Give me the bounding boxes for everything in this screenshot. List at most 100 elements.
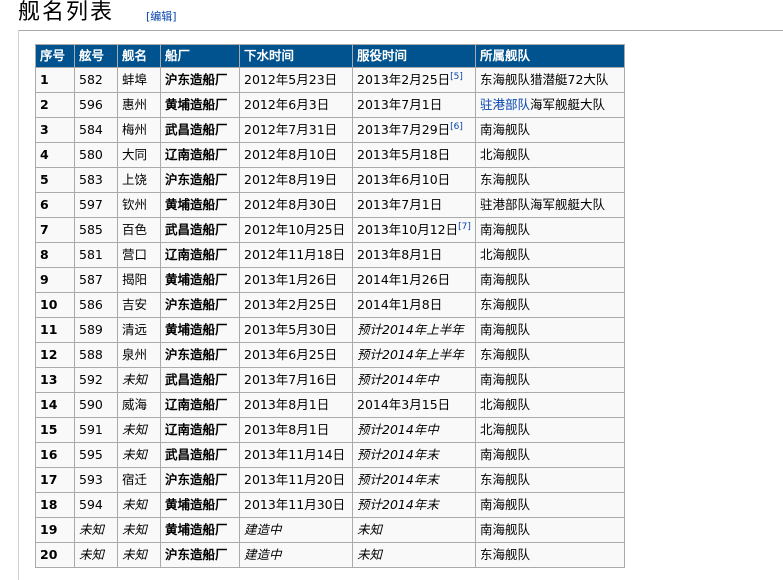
cell-hull-text: 未知 (79, 522, 105, 537)
cell-name: 威海 (117, 392, 161, 418)
fleet-link[interactable]: 驻港部队 (480, 97, 530, 112)
cell-service-text: 2014年3月15日 (357, 397, 451, 412)
cell-name: 钦州 (117, 192, 161, 218)
cell-fleet: 东海舰队 (475, 292, 625, 318)
cell-yard: 沪东造船厂 (160, 467, 240, 493)
header-no: 序号 (35, 44, 75, 68)
cell-no-text: 8 (40, 247, 49, 262)
cell-service: 2013年6月10日 (352, 167, 476, 193)
cell-launch-text: 2013年8月1日 (244, 422, 330, 437)
citation-link[interactable]: [6] (450, 122, 463, 132)
cell-launch: 2013年5月30日 (239, 317, 353, 343)
cell-name-text: 未知 (122, 522, 148, 537)
cell-fleet: 南海舰队 (475, 442, 625, 468)
cell-launch: 2012年5月23日 (239, 67, 353, 93)
cell-name-text: 百色 (122, 222, 148, 237)
cell-service: 2013年10月12日[7] (352, 217, 476, 243)
cell-name: 未知 (117, 417, 161, 443)
cell-fleet: 东海舰队 (475, 467, 625, 493)
cell-service: 2013年7月1日 (352, 92, 476, 118)
cell-service: 预计2014年上半年 (352, 317, 476, 343)
cell-hull: 586 (74, 292, 118, 318)
table-row: 13 592 未知 武昌造船厂 2013年7月16日 预计2014年中 南海舰队 (35, 367, 625, 393)
cell-hull-text: 592 (79, 372, 103, 387)
cell-no-text: 19 (40, 522, 58, 537)
cell-no-text: 15 (40, 422, 58, 437)
cell-name-text: 未知 (122, 447, 148, 462)
cell-hull-text: 595 (79, 447, 103, 462)
cell-service: 2013年7月1日 (352, 192, 476, 218)
table-row: 10 586 吉安 沪东造船厂 2013年2月25日 2014年1月8日 东海舰队 (35, 292, 625, 318)
cell-hull: 未知 (74, 517, 118, 543)
cell-hull: 580 (74, 142, 118, 168)
header-service: 服役时间 (352, 44, 476, 68)
cell-launch: 2013年8月1日 (239, 417, 353, 443)
cell-name-text: 未知 (122, 497, 148, 512)
cell-launch: 2012年6月3日 (239, 92, 353, 118)
cell-launch: 2013年8月1日 (239, 392, 353, 418)
cell-no-text: 13 (40, 372, 58, 387)
cell-service: 2013年5月18日 (352, 142, 476, 168)
cell-no: 12 (35, 342, 75, 368)
cell-service-text: 预计2014年上半年 (357, 347, 464, 362)
cell-no-text: 14 (40, 397, 58, 412)
cell-service-text: 预计2014年末 (357, 497, 439, 512)
cell-service: 未知 (352, 517, 476, 543)
cell-name: 大同 (117, 142, 161, 168)
cell-launch: 建造中 (239, 542, 353, 568)
cell-hull: 588 (74, 342, 118, 368)
cell-hull-text: 582 (79, 72, 103, 87)
cell-no-text: 16 (40, 447, 58, 462)
cell-service-text: 2013年7月1日 (357, 97, 443, 112)
cell-no-text: 11 (40, 322, 58, 337)
cell-launch-text: 2012年6月3日 (244, 97, 330, 112)
cell-no-text: 10 (40, 297, 58, 312)
cell-service: 预计2014年中 (352, 367, 476, 393)
cell-name: 未知 (117, 492, 161, 518)
cell-no-text: 18 (40, 497, 58, 512)
cell-service-text: 预计2014年末 (357, 447, 439, 462)
cell-yard: 辽南造船厂 (160, 417, 240, 443)
cell-hull-text: 597 (79, 197, 103, 212)
cell-service: 预计2014年中 (352, 417, 476, 443)
header-hull: 舷号 (74, 44, 118, 68)
cell-fleet: 南海舰队 (475, 517, 625, 543)
cell-yard-text: 辽南造船厂 (165, 147, 228, 162)
cell-launch-text: 2013年2月25日 (244, 297, 338, 312)
header-row: 序号 舷号 舰名 船厂 下水时间 服役时间 所属舰队 (35, 44, 625, 68)
cell-service-text: 未知 (357, 547, 383, 562)
cell-fleet: 驻港部队海军舰艇大队 (475, 92, 625, 118)
cell-yard: 黄埔造船厂 (160, 492, 240, 518)
cell-name: 未知 (117, 367, 161, 393)
cell-launch: 2012年10月25日 (239, 217, 353, 243)
cell-launch-text: 2013年7月16日 (244, 372, 338, 387)
cell-service-text: 2013年8月1日 (357, 247, 443, 262)
cell-fleet-text: 东海舰队 (480, 547, 531, 562)
citation-link[interactable]: [5] (450, 72, 463, 82)
cell-no: 5 (35, 167, 75, 193)
cell-no-text: 1 (40, 72, 49, 87)
cell-yard-text: 沪东造船厂 (165, 547, 228, 562)
cell-no: 9 (35, 267, 75, 293)
cell-hull: 585 (74, 217, 118, 243)
cell-yard-text: 沪东造船厂 (165, 347, 228, 362)
cell-hull-text: 590 (79, 397, 103, 412)
cell-service: 2014年1月26日 (352, 267, 476, 293)
cell-no: 17 (35, 467, 75, 493)
cell-fleet: 东海舰队 (475, 167, 625, 193)
cell-service: 2014年1月8日 (352, 292, 476, 318)
cell-service-text: 2013年7月1日 (357, 197, 443, 212)
cell-no: 10 (35, 292, 75, 318)
edit-link[interactable]: [编辑] (146, 10, 177, 23)
citation-link[interactable]: [7] (458, 222, 471, 232)
cell-yard-text: 沪东造船厂 (165, 172, 228, 187)
cell-fleet-text: 海军舰艇大队 (530, 97, 606, 112)
table-row: 8 581 营口 辽南造船厂 2012年11月18日 2013年8月1日 北海舰队 (35, 242, 625, 268)
cell-launch-text: 2012年7月31日 (244, 122, 338, 137)
cell-launch: 2013年11月30日 (239, 492, 353, 518)
cell-hull-text: 589 (79, 322, 103, 337)
cell-name: 蚌埠 (117, 67, 161, 93)
cell-name: 未知 (117, 517, 161, 543)
cell-fleet-text: 南海舰队 (480, 122, 531, 137)
table-row: 11 589 清远 黄埔造船厂 2013年5月30日 预计2014年上半年 南海舰队 (35, 317, 625, 343)
